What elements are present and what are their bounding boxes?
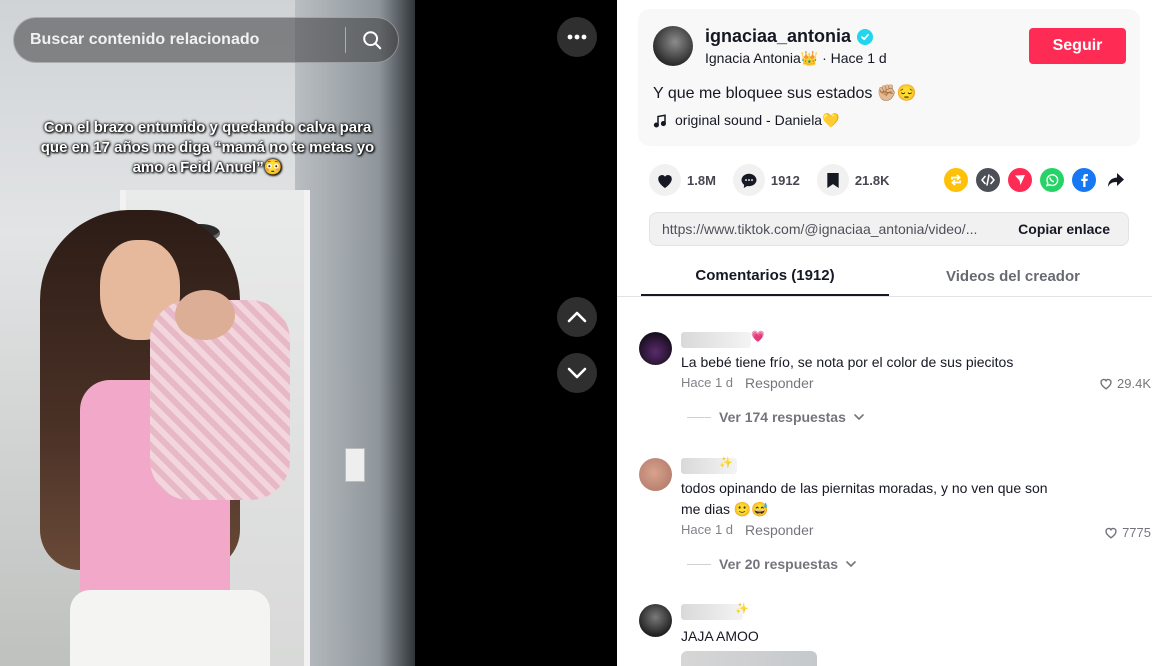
share-options [944, 168, 1128, 192]
search-input[interactable]: Buscar contenido relacionado [14, 31, 345, 49]
comment-username-emoji: 💗 [751, 331, 765, 343]
comment-action[interactable]: 1912 [732, 164, 800, 196]
save-action[interactable]: 21.8K [816, 164, 890, 196]
music-note-icon [653, 113, 666, 128]
like-count: 1.8M [687, 172, 716, 188]
chevron-down-icon [846, 560, 856, 567]
author-subline: Ignacia Antonia👑 · Hace 1 d [705, 50, 887, 66]
author-username-row: ignaciaa_antonia [705, 26, 874, 47]
comment-text: todos opinando de las piernitas moradas,… [681, 480, 1048, 517]
replies-line [687, 416, 711, 418]
author-avatar[interactable] [653, 26, 693, 66]
tab-creator-videos[interactable]: Videos del creador [889, 256, 1137, 296]
comment-meta: Hace 1 d Responder [681, 375, 814, 391]
previous-video-button[interactable] [557, 297, 597, 337]
chevron-up-icon [567, 311, 587, 323]
view-replies-button[interactable]: Ver 174 respuestas [687, 409, 864, 425]
video-baby-head [175, 290, 235, 340]
comment-username-emoji: ✨ [735, 603, 749, 615]
tab-comments[interactable]: Comentarios (1912) [641, 256, 889, 296]
comment-avatar[interactable] [639, 458, 672, 491]
comment-username-blurred[interactable] [681, 332, 751, 348]
comment-count: 1912 [770, 172, 800, 188]
chevron-down-icon [854, 413, 864, 420]
author-username[interactable]: ignaciaa_antonia [705, 26, 851, 47]
video-link-box: https://www.tiktok.com/@ignaciaa_antonia… [649, 212, 1129, 246]
whatsapp-icon[interactable] [1040, 168, 1064, 192]
share-arrow-icon[interactable] [1104, 168, 1128, 192]
repost-icon[interactable] [944, 168, 968, 192]
comment-like-count: 29.4K [1117, 376, 1151, 391]
video-description: Y que me bloquee sus estados ✊🏼😔 [653, 85, 917, 102]
direct-message-icon[interactable] [1008, 168, 1032, 192]
video-person-skirt [70, 590, 270, 666]
heart-icon [658, 174, 672, 188]
comment-username-emoji: ✨ [719, 457, 733, 469]
comment-like-button[interactable]: 7775 [1104, 525, 1151, 540]
video-frame[interactable]: Con el brazo entumido y quedando calva p… [0, 0, 415, 666]
tab-bar: Comentarios (1912) Videos del creador [617, 256, 1152, 297]
video-details-panel: ignaciaa_antonia Ignacia Antonia👑 · Hace… [617, 0, 1152, 666]
next-video-button[interactable] [557, 353, 597, 393]
video-link[interactable]: https://www.tiktok.com/@ignaciaa_antonia… [650, 221, 1008, 237]
view-replies-button[interactable]: Ver 20 respuestas [687, 556, 856, 572]
heart-outline-icon [1105, 527, 1117, 539]
search-icon [363, 31, 382, 50]
copy-link-button[interactable]: Copiar enlace [1008, 221, 1128, 237]
comment-text: La bebé tiene frío, se nota por el color… [681, 354, 1014, 370]
video-scene-wall [295, 0, 415, 666]
heart-outline-icon [1100, 378, 1112, 390]
like-action[interactable]: 1.8M [649, 164, 716, 196]
sound-link[interactable]: original sound - Daniela💛 [653, 112, 840, 129]
comment-avatar[interactable] [639, 604, 672, 637]
video-scene-switch [345, 448, 365, 482]
comment-like-count: 7775 [1122, 525, 1151, 540]
sound-name: original sound - Daniela💛 [675, 112, 840, 128]
comment-icon [741, 173, 757, 188]
comment-button[interactable] [732, 164, 765, 196]
embed-icon[interactable] [976, 168, 1000, 192]
like-button[interactable] [649, 164, 681, 196]
comment-time: Hace 1 d [681, 375, 734, 390]
video-player[interactable]: Con el brazo entumido y quedando calva p… [0, 0, 617, 666]
comment-time: Hace 1 d [681, 522, 734, 537]
more-options-button[interactable] [557, 17, 597, 57]
follow-button[interactable]: Seguir [1029, 28, 1126, 64]
comment-username-blurred[interactable] [681, 604, 743, 620]
view-replies-label: Ver 174 respuestas [719, 409, 846, 425]
chevron-down-icon [567, 367, 587, 379]
action-bar: 1.8M 1912 21.8K [649, 164, 907, 196]
search-bar[interactable]: Buscar contenido relacionado [13, 17, 399, 63]
replies-line [687, 563, 711, 565]
author-info-card: ignaciaa_antonia Ignacia Antonia👑 · Hace… [638, 9, 1140, 146]
facebook-icon[interactable] [1072, 168, 1096, 192]
comment-image-thumbnail[interactable] [681, 651, 817, 666]
save-button[interactable] [816, 164, 849, 196]
comment-avatar[interactable] [639, 332, 672, 365]
bookmark-icon [827, 172, 839, 188]
reply-button[interactable]: Responder [745, 522, 814, 538]
video-caption: Con el brazo entumido y quedando calva p… [40, 119, 375, 176]
search-button[interactable] [346, 17, 398, 63]
reply-button[interactable]: Responder [745, 375, 814, 391]
more-icon [567, 34, 587, 40]
view-replies-label: Ver 20 respuestas [719, 556, 839, 572]
comment-text: JAJA AMOO [681, 628, 759, 644]
save-count: 21.8K [854, 172, 890, 188]
comment-meta: Hace 1 d Responder [681, 522, 814, 538]
comment-like-button[interactable]: 29.4K [1099, 376, 1151, 391]
verified-badge-icon [857, 28, 874, 45]
